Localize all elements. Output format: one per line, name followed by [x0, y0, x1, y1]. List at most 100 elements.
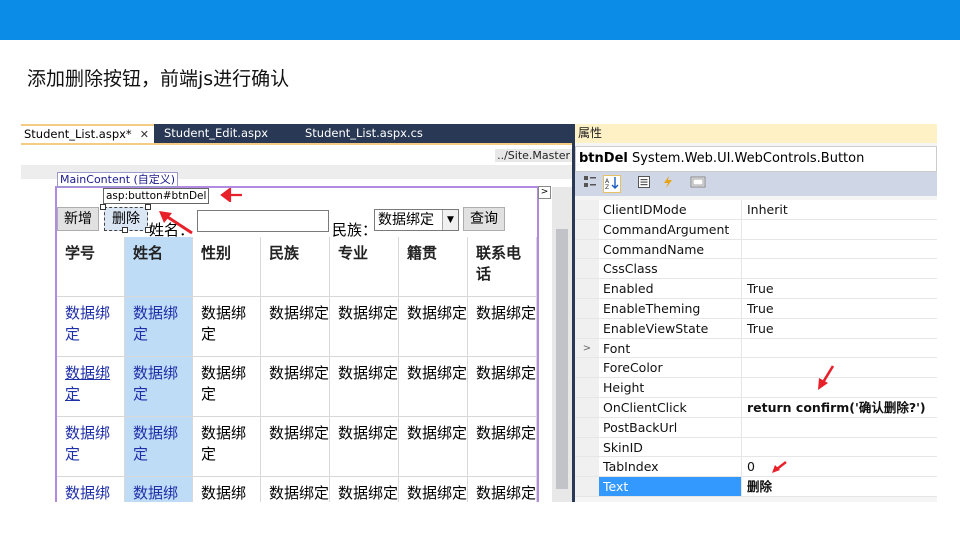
property-row-enabled[interactable]: Enabled True — [575, 279, 937, 299]
property-row-skinid[interactable]: SkinID — [575, 437, 937, 458]
grid-cell-text[interactable]: 数据绑定 — [65, 304, 110, 343]
property-row-commandargument[interactable]: CommandArgument — [575, 219, 937, 240]
close-icon[interactable]: ✕ — [140, 128, 149, 141]
property-row-text[interactable]: Text 删除 — [575, 477, 937, 497]
ethnic-dropdown[interactable]: 数据绑定 ▼ — [374, 209, 459, 231]
grid-cell-text[interactable]: 数据绑定 — [65, 424, 110, 463]
tab-student-list-aspx[interactable]: Student_List.aspx* ✕ — [21, 124, 154, 143]
grid-cell-text: 数据绑定 — [407, 484, 468, 502]
design-surface[interactable]: ../Site.Master MainContent (自定义) > asp:b… — [21, 145, 572, 502]
selection-handle[interactable] — [122, 227, 128, 233]
smart-tag-expand-button[interactable]: > — [538, 186, 551, 199]
property-row-enableviewstate[interactable]: EnableViewState True — [575, 318, 937, 339]
property-row-onclientclick[interactable]: OnClientClick return confirm('确认删除?') — [575, 398, 937, 418]
vertical-scrollbar[interactable] — [552, 187, 572, 502]
property-row-font[interactable]: > Font — [575, 338, 937, 359]
property-value[interactable]: return confirm('确认删除?') — [743, 398, 937, 417]
property-value[interactable]: Inherit — [743, 200, 937, 219]
events-lightning-icon[interactable] — [659, 175, 677, 193]
grid-cell: 数据绑定 — [125, 297, 193, 357]
property-value[interactable]: True — [743, 299, 937, 318]
selection-handle[interactable] — [100, 204, 106, 210]
property-value[interactable]: 删除 — [743, 477, 937, 496]
grid-cell: 数据绑定 — [399, 297, 468, 357]
grid-cell-text[interactable]: 数据绑定 — [133, 424, 178, 463]
property-value[interactable] — [743, 358, 937, 377]
tab-student-edit-aspx[interactable]: Student_Edit.aspx — [161, 124, 268, 143]
grid-cell: 数据绑定 — [330, 477, 399, 502]
property-row-commandname[interactable]: CommandName — [575, 239, 937, 260]
property-value[interactable]: True — [743, 319, 937, 338]
grid-cell-text: 数据绑定 — [476, 424, 537, 442]
grid-cell: 数据绑定 — [468, 417, 537, 477]
property-name[interactable]: TabIndex — [599, 457, 742, 477]
name-input[interactable] — [197, 210, 329, 232]
property-value[interactable] — [743, 220, 937, 239]
property-name[interactable]: Height — [599, 378, 742, 397]
property-name[interactable]: ClientIDMode — [599, 200, 742, 219]
properties-view-icon[interactable] — [635, 175, 653, 193]
content-placeholder-tag[interactable]: MainContent (自定义) — [57, 172, 179, 187]
property-row-postbackurl[interactable]: PostBackUrl — [575, 417, 937, 438]
grid-header-cell: 专业 — [330, 237, 399, 297]
grid-cell-text[interactable]: 数据绑定 — [65, 484, 110, 502]
property-row-forecolor[interactable]: ForeColor — [575, 358, 937, 379]
object-selector[interactable]: btnDel System.Web.UI.WebControls.Button — [575, 146, 937, 172]
property-row-tabindex[interactable]: TabIndex 0 — [575, 457, 937, 478]
property-name[interactable]: CssClass — [599, 259, 742, 279]
grid-cell-text[interactable]: 数据绑定 — [133, 304, 178, 343]
grid-cell-text[interactable]: 数据绑定 — [133, 364, 178, 403]
document-tab-strip: Student_List.aspx* ✕ Student_Edit.aspx St… — [21, 124, 572, 143]
property-value[interactable] — [743, 418, 937, 437]
sort-alphabetical-icon[interactable]: AZ — [603, 175, 621, 193]
scrollbar-thumb[interactable] — [556, 229, 568, 489]
selection-handle[interactable] — [145, 204, 151, 210]
grid-header-cell: 性别 — [193, 237, 261, 297]
property-name[interactable]: CommandArgument — [599, 219, 742, 239]
properties-panel: 属性 btnDel System.Web.UI.WebControls.Butt… — [575, 124, 937, 502]
tab-student-list-cs[interactable]: Student_List.aspx.cs — [302, 124, 423, 143]
property-name[interactable]: ForeColor — [599, 358, 742, 378]
property-value[interactable] — [743, 339, 937, 358]
grid-cell-text: 数据绑定 — [269, 304, 330, 322]
property-row-clientidmode[interactable]: ClientIDMode Inherit — [575, 200, 937, 220]
grid-cell-text[interactable]: 数据绑定 — [65, 364, 110, 403]
property-name[interactable]: Enabled — [599, 279, 742, 298]
grid-cell-text: 数据绑定 — [476, 304, 537, 322]
property-name[interactable]: EnableViewState — [599, 318, 742, 338]
property-name[interactable]: PostBackUrl — [599, 417, 742, 437]
add-button[interactable]: 新增 — [57, 207, 99, 231]
grid-cell-text[interactable]: 数据绑定 — [133, 484, 178, 502]
property-name[interactable]: OnClientClick — [599, 398, 742, 417]
property-pages-icon[interactable] — [689, 175, 707, 193]
tab-label: Student_List.aspx.cs — [305, 126, 423, 140]
property-row-height[interactable]: Height — [575, 378, 937, 398]
property-value[interactable]: True — [743, 279, 937, 298]
grid-header-label: 籍贯 — [407, 244, 438, 262]
property-gutter — [575, 279, 599, 298]
properties-title: 属性 — [575, 124, 937, 143]
property-name[interactable]: Font — [599, 338, 742, 358]
query-button[interactable]: 查询 — [463, 207, 505, 231]
property-value[interactable] — [743, 259, 937, 278]
property-name[interactable]: EnableTheming — [599, 299, 742, 318]
grid-header-cell: 学号 — [57, 237, 125, 297]
property-row-enabletheming[interactable]: EnableTheming True — [575, 299, 937, 319]
chevron-down-icon[interactable]: ▼ — [442, 210, 458, 230]
property-row-cssclass[interactable]: CssClass — [575, 259, 937, 280]
property-name[interactable]: SkinID — [599, 437, 742, 457]
chevron-right-icon[interactable]: > — [575, 338, 599, 358]
property-value[interactable] — [743, 240, 937, 259]
property-value[interactable] — [743, 438, 937, 457]
slide-header-bar — [0, 0, 960, 40]
tab-label: Student_Edit.aspx — [164, 126, 269, 140]
master-page-label[interactable]: ../Site.Master — [495, 149, 572, 162]
property-gutter — [575, 358, 599, 378]
dropdown-value: 数据绑定 — [378, 212, 434, 228]
grid-header-label: 性别 — [201, 244, 232, 262]
property-name[interactable]: Text — [599, 477, 742, 496]
object-type: System.Web.UI.WebControls.Button — [631, 151, 865, 166]
property-value[interactable] — [743, 378, 937, 397]
property-name[interactable]: CommandName — [599, 239, 742, 259]
categorized-icon[interactable] — [581, 175, 599, 193]
